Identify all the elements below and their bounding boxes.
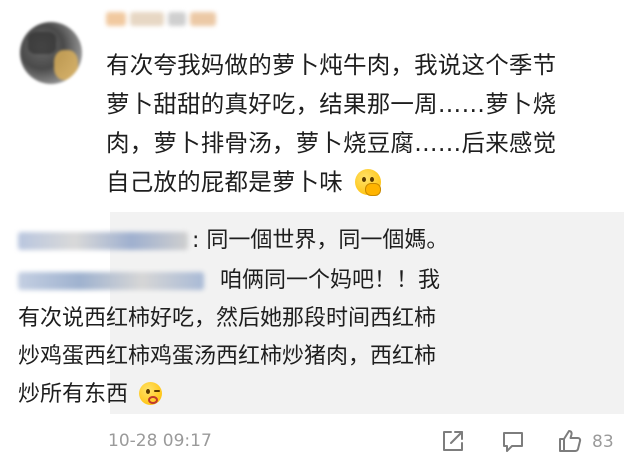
timestamp: 10-28 09:17 xyxy=(108,431,212,451)
shy-thinking-emoji-icon xyxy=(354,169,381,196)
reply-line-text: 咱俩同一个妈吧！！我 xyxy=(220,268,441,293)
reply-text: : 同一個世界，同一個媽。 xyxy=(192,228,449,253)
share-icon[interactable] xyxy=(438,426,468,456)
reply-line: 咱俩同一个妈吧！！我 xyxy=(18,262,440,300)
comment-line-text: 自己放的屁都是萝卜味 xyxy=(106,168,343,196)
username-blur-block xyxy=(106,12,126,26)
avatar-shape xyxy=(28,32,56,54)
username-blur-block xyxy=(130,12,164,26)
comment-icon[interactable] xyxy=(498,426,528,456)
comment-line: 肉，萝卜排骨汤，萝卜烧豆腐……后来感觉 xyxy=(106,129,557,157)
reply-line: 有次说西红柿好吃，然后她那段时间西红柿 xyxy=(18,306,437,331)
avatar[interactable] xyxy=(20,22,82,84)
username-blurred[interactable] xyxy=(106,8,218,30)
reply-item[interactable]: : 同一個世界，同一個媽。 xyxy=(18,222,448,260)
username-blur-block xyxy=(190,12,216,26)
reply-line-last: 炒所有东西 xyxy=(18,376,440,414)
like-icon[interactable] xyxy=(555,426,585,456)
comment-line: 萝卜甜甜的真好吃，结果那一周……萝卜烧 xyxy=(106,90,557,118)
like-count: 83 xyxy=(592,432,614,452)
comment-line: 有次夸我妈做的萝卜炖牛肉，我说这个季节 xyxy=(106,51,557,79)
reply-line: 炒鸡蛋西红柿鸡蛋汤西红柿炒猪肉，西红柿 xyxy=(18,344,437,369)
reply-line-text: 炒所有东西 xyxy=(18,382,129,407)
username-blur-block xyxy=(168,12,186,26)
reply-item[interactable]: 咱俩同一个妈吧！！我 有次说西红柿好吃，然后她那段时间西红柿 炒鸡蛋西红柿鸡蛋汤… xyxy=(18,262,440,414)
wink-kiss-emoji-icon xyxy=(139,382,163,405)
avatar-shape xyxy=(54,50,78,80)
reply-username-blurred[interactable] xyxy=(18,232,188,250)
reply-username-blurred[interactable] xyxy=(18,272,204,290)
comment-text: 有次夸我妈做的萝卜炖牛肉，我说这个季节 萝卜甜甜的真好吃，结果那一周……萝卜烧 … xyxy=(106,46,626,202)
comment-line-last: 自己放的屁都是萝卜味 xyxy=(106,163,626,202)
